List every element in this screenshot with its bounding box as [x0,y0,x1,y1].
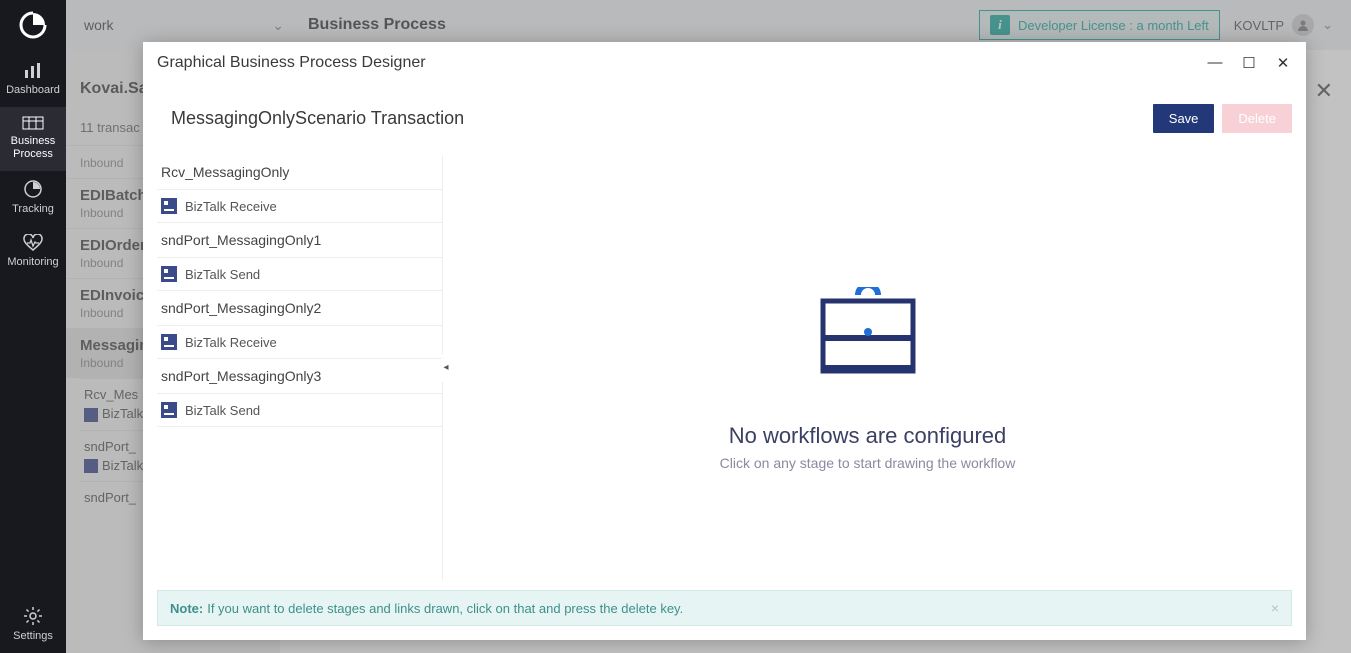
stage-item[interactable]: sndPort_MessagingOnly3 [157,359,442,394]
modal-header: MessagingOnlyScenario Transaction Save D… [143,84,1306,155]
port-icon [161,402,177,418]
heart-icon [23,234,43,252]
chart-icon [23,62,43,80]
briefcase-icon [813,287,923,382]
port-icon [161,266,177,282]
note-bar: Note: If you want to delete stages and l… [157,590,1292,626]
stage-item[interactable]: sndPort_MessagingOnly2 [157,291,442,326]
collapse-handle[interactable]: ◂ [442,354,450,382]
port-icon [161,198,177,214]
sidebar-item-tracking[interactable]: Tracking [0,171,66,226]
sidebar-item-monitoring[interactable]: Monitoring [0,226,66,279]
modal-title: Graphical Business Process Designer [157,54,426,72]
note-text: If you want to delete stages and links d… [207,601,683,616]
stage-item[interactable]: Rcv_MessagingOnly [157,155,442,190]
sidebar-item-settings[interactable]: Settings [0,598,66,653]
gear-icon [23,606,43,626]
transaction-name: MessagingOnlyScenario Transaction [171,108,464,129]
process-icon [22,115,44,131]
app-sidebar: Dashboard Business Process Tracking Moni… [0,0,66,653]
empty-illustration [768,265,968,405]
stage-type[interactable]: BizTalk Send [157,394,442,427]
sidebar-item-label: Tracking [12,203,54,216]
port-icon [161,334,177,350]
stage-type[interactable]: BizTalk Receive [157,326,442,359]
designer-modal: Graphical Business Process Designer — ☐ … [143,42,1306,640]
close-button[interactable]: ✕ [1274,54,1292,72]
dismiss-note-button[interactable]: × [1271,600,1279,616]
sidebar-item-label: Settings [13,630,53,643]
sidebar-item-label: Monitoring [7,256,58,269]
app-logo[interactable] [0,0,66,50]
workflow-canvas[interactable]: No workflows are configured Click on any… [443,155,1292,580]
stage-type[interactable]: BizTalk Receive [157,190,442,223]
sidebar-item-dashboard[interactable]: Dashboard [0,54,66,107]
save-button[interactable]: Save [1153,104,1215,133]
tracking-icon [23,179,43,199]
maximize-button[interactable]: ☐ [1240,54,1258,72]
empty-subtitle: Click on any stage to start drawing the … [720,455,1016,471]
stage-type[interactable]: BizTalk Send [157,258,442,291]
sidebar-item-label: Business Process [11,135,56,161]
stage-item[interactable]: sndPort_MessagingOnly1 [157,223,442,258]
empty-title: No workflows are configured [729,423,1007,449]
note-label: Note: [170,601,203,616]
minimize-button[interactable]: — [1206,54,1224,72]
modal-titlebar: Graphical Business Process Designer — ☐ … [143,42,1306,84]
delete-button[interactable]: Delete [1222,104,1292,133]
stages-panel: Rcv_MessagingOnly BizTalk Receive sndPor… [157,155,443,580]
sidebar-item-label: Dashboard [6,84,60,97]
sidebar-item-business-process[interactable]: Business Process [0,107,66,171]
